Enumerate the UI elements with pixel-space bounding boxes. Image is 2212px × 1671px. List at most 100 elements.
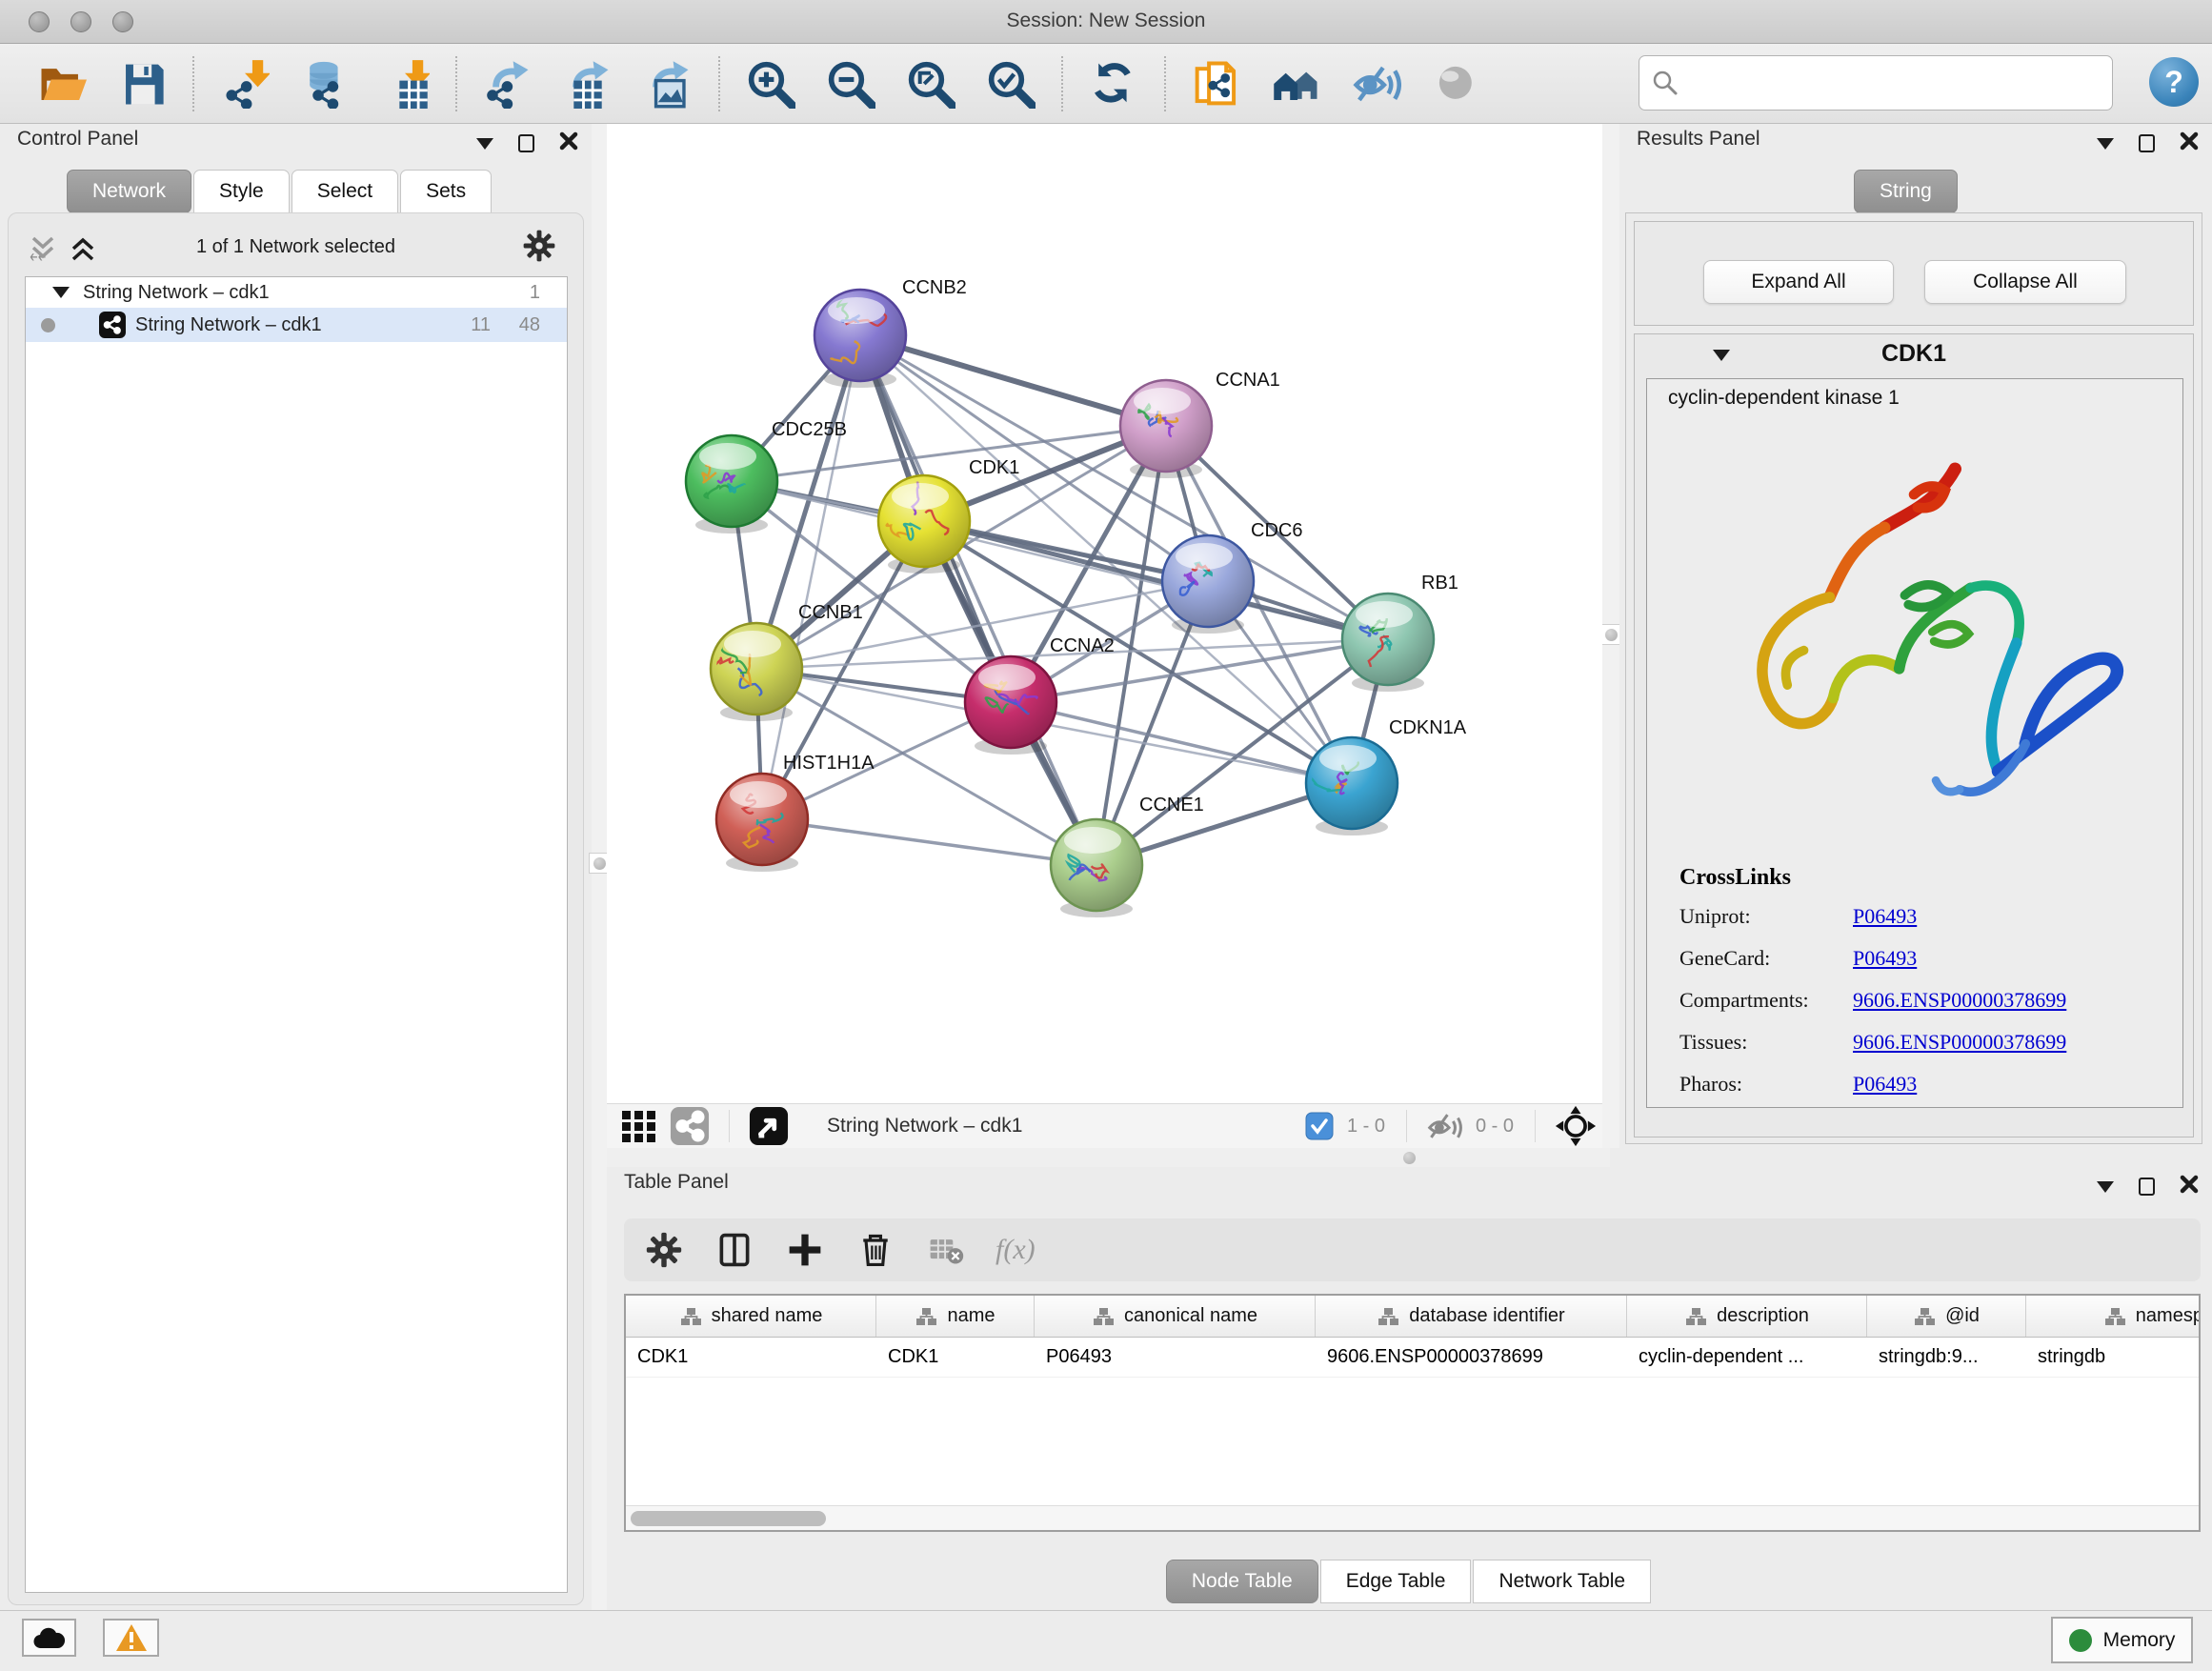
zoom-selected-icon[interactable] (985, 58, 1036, 110)
table-row[interactable]: CDK1CDK1P064939606.ENSP00000378699cyclin… (626, 1338, 2199, 1378)
show-items-icon[interactable] (1431, 58, 1482, 110)
cell-canonical-name[interactable]: P06493 (1035, 1338, 1316, 1377)
tab-string[interactable]: String (1854, 170, 1958, 213)
network-canvas[interactable]: CCNB2CCNA1CDC25BCDK1CDC6RB1CCNB1CCNA2CDK… (607, 124, 1602, 1103)
import-database-icon[interactable] (299, 58, 351, 110)
column-header-shared-name[interactable]: shared name (626, 1296, 876, 1337)
left-splitter[interactable] (592, 124, 607, 1610)
right-splitter[interactable] (1602, 124, 1619, 1148)
right-splitter-handle[interactable] (1600, 624, 1621, 645)
cell-namespace[interactable]: stringdb (2026, 1338, 2201, 1377)
node-CCNB2[interactable]: CCNB2 (814, 277, 967, 388)
cell-description[interactable]: cyclin-dependent ... (1627, 1338, 1867, 1377)
selected-checkbox-icon[interactable] (1305, 1112, 1334, 1140)
search-box[interactable] (1639, 55, 2113, 111)
delete-table-icon[interactable] (925, 1229, 967, 1271)
detach-view-icon[interactable] (749, 1106, 789, 1146)
bottom-splitter-handle[interactable] (1399, 1149, 1418, 1166)
open-file-icon[interactable] (36, 58, 88, 110)
delete-column-icon[interactable] (855, 1229, 896, 1271)
cell--id[interactable]: stringdb:9... (1867, 1338, 2026, 1377)
maximize-panel-icon[interactable] (2139, 134, 2155, 152)
node-HIST1H1A[interactable]: HIST1H1A (716, 753, 875, 872)
warning-status-button[interactable] (103, 1619, 159, 1657)
table-options-gear-icon[interactable] (643, 1229, 685, 1271)
collapse-all-button[interactable]: Collapse All (1924, 260, 2126, 304)
refresh-icon[interactable] (1088, 58, 1139, 110)
tab-style[interactable]: Style (193, 170, 290, 213)
float-panel-icon[interactable] (2097, 1181, 2114, 1193)
maximize-panel-icon[interactable] (518, 134, 534, 152)
cloud-status-button[interactable] (22, 1619, 76, 1657)
help-button[interactable]: ? (2149, 57, 2199, 107)
network-row[interactable]: String Network – cdk1 11 48 (26, 308, 567, 342)
float-panel-icon[interactable] (476, 138, 493, 150)
edge-CCNB2-CCNA1[interactable] (860, 335, 1166, 426)
add-column-icon[interactable] (784, 1229, 826, 1271)
crosslink-link[interactable]: P06493 (1853, 946, 1917, 971)
bottom-splitter[interactable] (607, 1148, 1610, 1167)
show-columns-icon[interactable] (714, 1229, 755, 1271)
crosslink-link[interactable]: P06493 (1853, 904, 1917, 929)
tab-node-table[interactable]: Node Table (1166, 1560, 1318, 1603)
maximize-panel-icon[interactable] (2139, 1178, 2155, 1196)
network-options-gear-icon[interactable] (522, 229, 556, 268)
tab-network[interactable]: Network (67, 170, 191, 213)
export-table-icon[interactable] (562, 58, 613, 110)
scrollbar-thumb[interactable] (631, 1511, 826, 1526)
column-header--id[interactable]: @id (1867, 1296, 2026, 1337)
node-CDK1[interactable]: CDK1 (878, 457, 1019, 574)
zoom-out-icon[interactable] (825, 58, 876, 110)
node-CCNA1[interactable]: CCNA1 (1120, 370, 1280, 478)
column-header-canonical-name[interactable]: canonical name (1035, 1296, 1316, 1337)
column-header-description[interactable]: description (1627, 1296, 1867, 1337)
search-input[interactable] (1679, 59, 2112, 107)
cell-name[interactable]: CDK1 (876, 1338, 1035, 1377)
tab-sets[interactable]: Sets (400, 170, 492, 213)
import-network-icon[interactable] (219, 58, 271, 110)
grid-view-icon[interactable] (620, 1107, 658, 1145)
zoom-fit-icon[interactable] (905, 58, 956, 110)
cell-database-identifier[interactable]: 9606.ENSP00000378699 (1316, 1338, 1627, 1377)
zoom-in-icon[interactable] (745, 58, 796, 110)
birdseye-crosshair-icon[interactable] (1555, 1105, 1597, 1147)
memory-button[interactable]: Memory (2051, 1617, 2193, 1663)
export-image-icon[interactable] (642, 58, 694, 110)
collection-expander-icon[interactable] (52, 287, 70, 298)
edge-CCNA2-CDKN1A[interactable] (1011, 702, 1352, 783)
tab-edge-table[interactable]: Edge Table (1320, 1560, 1472, 1603)
network-share-icon[interactable] (670, 1106, 710, 1146)
copy-network-icon[interactable] (1191, 58, 1242, 110)
tab-network-table[interactable]: Network Table (1473, 1560, 1651, 1603)
houses-icon[interactable] (1271, 58, 1322, 110)
export-network-icon[interactable] (482, 58, 533, 110)
import-table-icon[interactable] (379, 58, 431, 110)
hidden-eye-icon[interactable] (1426, 1110, 1462, 1142)
function-builder-icon[interactable]: f(x) (995, 1234, 1036, 1266)
crosslink-link[interactable]: P06493 (1853, 1072, 1917, 1097)
close-panel-icon[interactable] (2180, 1175, 2199, 1198)
node-table[interactable]: shared namenamecanonical namedatabase id… (624, 1294, 2201, 1532)
column-header-database-identifier[interactable]: database identifier (1316, 1296, 1627, 1337)
gene-section-header[interactable]: CDK1 (1635, 334, 2193, 376)
node-RB1[interactable]: RB1 (1342, 573, 1458, 692)
close-panel-icon[interactable] (559, 131, 578, 155)
node-CDKN1A[interactable]: CDKN1A (1306, 717, 1467, 836)
edge-HIST1H1A-CCNE1[interactable] (762, 819, 1096, 865)
close-panel-icon[interactable] (2180, 131, 2199, 155)
edge-CCNB2-CCNE1[interactable] (860, 335, 1096, 865)
node-CCNB1[interactable]: CCNB1 (711, 602, 863, 721)
expand-all-button[interactable]: Expand All (1703, 260, 1894, 304)
network-collection-row[interactable]: String Network – cdk1 1 (26, 277, 567, 308)
table-horizontal-scrollbar[interactable] (626, 1505, 2199, 1530)
crosslink-link[interactable]: 9606.ENSP00000378699 (1853, 1030, 2066, 1055)
save-session-icon[interactable] (116, 58, 168, 110)
cell-shared-name[interactable]: CDK1 (626, 1338, 876, 1377)
tab-select[interactable]: Select (292, 170, 398, 213)
crosslink-link[interactable]: 9606.ENSP00000378699 (1853, 988, 2066, 1013)
edge-CCNB2-HIST1H1A[interactable] (762, 335, 860, 819)
column-header-name[interactable]: name (876, 1296, 1035, 1337)
float-panel-icon[interactable] (2097, 138, 2114, 150)
column-header-namespace[interactable]: namespace (2026, 1296, 2201, 1337)
hide-items-icon[interactable] (1351, 58, 1402, 110)
